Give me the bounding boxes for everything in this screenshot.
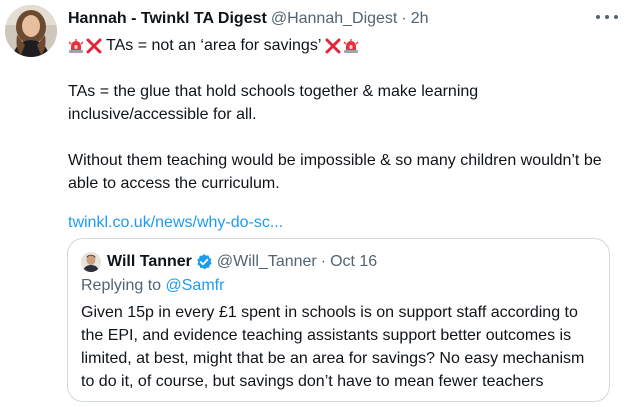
verified-badge-icon [197,254,212,270]
quoted-tweet-text: Given 15p in every £1 spent in schools i… [81,304,585,390]
tweet[interactable]: Hannah - Twinkl TA Digest @Hannah_Digest… [0,0,630,407]
police-light-emoji [343,38,359,53]
replying-to-mention[interactable]: @Samfr [166,277,225,294]
headline-line: TAs = not an ‘area for savings’ [68,34,616,57]
quoted-tweet-header: Will Tanner @Will_Tanner · Oct 16 [81,251,377,273]
article-link[interactable]: twinkl.co.uk/news/why-do-sc... [68,214,283,231]
tweet-paragraph-1: TAs = the glue that hold schools togethe… [68,83,479,123]
tweet-paragraph-2: Without them teaching would be impossibl… [68,152,602,192]
police-light-emoji [68,38,84,53]
author-handle[interactable]: @Hannah_Digest [271,10,398,28]
separator-dot: · [401,10,407,27]
replying-to-line: Replying to @Samfr [81,277,224,295]
tweet-headline: TAs = not an ‘area for savings’ [106,37,322,54]
quoted-separator-dot: · [320,253,327,270]
cross-mark-emoji [325,38,341,53]
more-dots-icon[interactable] [596,10,618,24]
author-avatar-image [5,5,57,57]
quoted-author-name[interactable]: Will Tanner [107,253,192,271]
tweet-timestamp[interactable]: 2h [411,10,429,28]
tweet-header: Hannah - Twinkl TA Digest @Hannah_Digest… [68,8,429,30]
quoted-tweet[interactable]: Will Tanner @Will_Tanner · Oct 16 Replyi… [67,238,610,402]
replying-to-prefix: Replying to [81,277,162,294]
cross-mark-emoji [86,38,102,53]
quoted-tweet-date[interactable]: Oct 16 [330,253,377,271]
quoted-author-avatar[interactable] [81,252,101,272]
tweet-body: TAs = not an ‘area for savings’ TAs = th… [68,34,616,234]
author-name[interactable]: Hannah - Twinkl TA Digest [68,10,267,28]
quoted-author-handle[interactable]: @Will_Tanner [217,253,317,271]
author-avatar[interactable] [5,5,57,57]
quoted-author-avatar-image [81,252,101,272]
